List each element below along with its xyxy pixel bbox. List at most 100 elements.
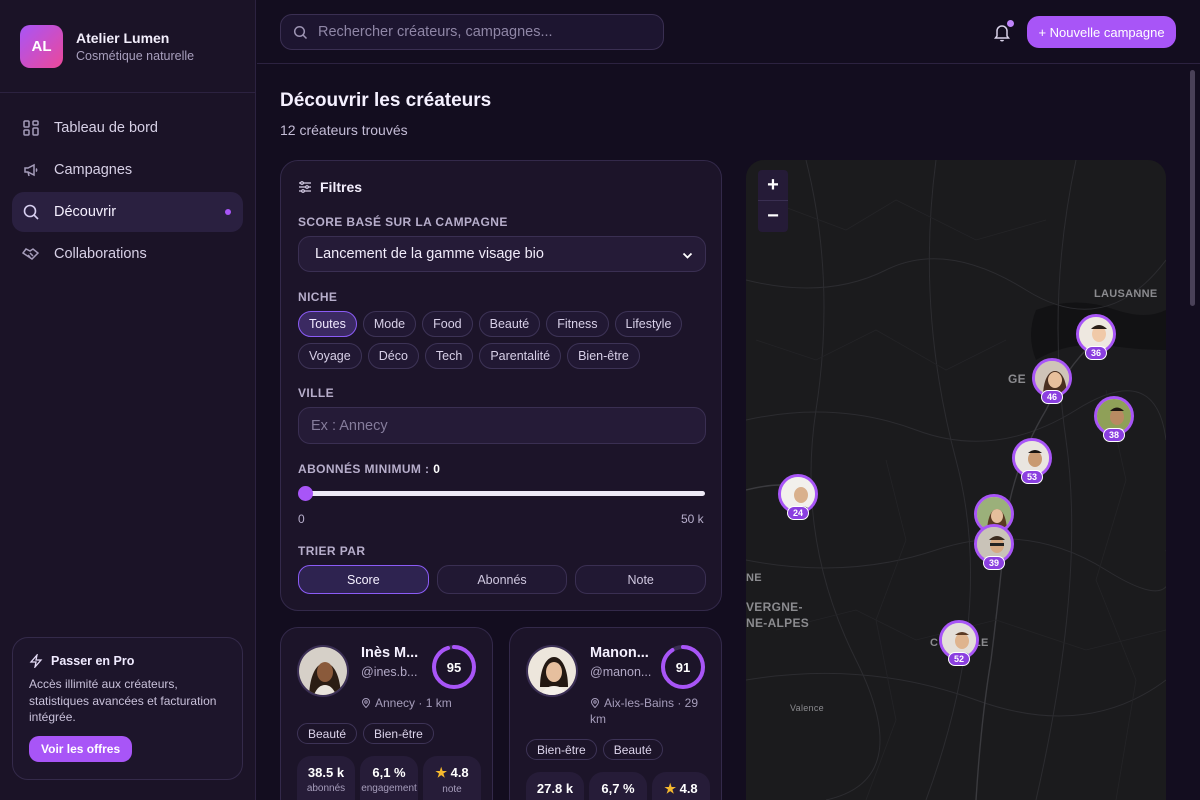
- nav-item-discover[interactable]: Découvrir: [12, 192, 243, 232]
- search-input[interactable]: [318, 24, 638, 40]
- creators-map[interactable]: + − LAUSANNE GE NE VERGNE- NE-ALPES C LE…: [746, 160, 1166, 800]
- nav-item-collaborations[interactable]: Collaborations: [12, 234, 243, 274]
- pin-count: 52: [948, 652, 970, 666]
- sort-by-score[interactable]: Score: [298, 565, 429, 594]
- active-indicator: [225, 209, 231, 215]
- rating-value: ★ 4.8: [423, 765, 481, 781]
- niche-chip[interactable]: Voyage: [298, 343, 362, 369]
- niche-chip[interactable]: Bien-être: [567, 343, 640, 369]
- creator-card[interactable]: Inès M... @ines.b... 95 Annecy · 1 km Be…: [280, 627, 493, 800]
- creator-tag: Beauté: [297, 723, 358, 744]
- map-label: LAUSANNE: [1094, 288, 1158, 300]
- followers-min-label: ABONNÉS MINIMUM : 0: [298, 462, 440, 476]
- creator-map-pin[interactable]: 46: [1032, 358, 1072, 404]
- niche-chip[interactable]: Tech: [424, 343, 474, 369]
- niche-chip[interactable]: Lifestyle: [614, 311, 683, 337]
- global-search[interactable]: [280, 14, 664, 50]
- star-icon: ★: [435, 765, 447, 780]
- creator-location-text: Annecy · 1 km: [375, 696, 452, 710]
- creator-map-pin[interactable]: 24: [778, 474, 818, 520]
- followers-min-value: 0: [433, 462, 441, 476]
- engagement-stat: 6,1 % engagement: [360, 756, 418, 800]
- sort-options: Score Abonnés Note: [298, 565, 707, 594]
- see-offers-button[interactable]: Voir les offres: [29, 735, 133, 762]
- niche-chip[interactable]: Fitness: [546, 311, 609, 337]
- map-label: GE: [1008, 372, 1026, 386]
- creator-tag: Beauté: [602, 739, 663, 760]
- pin-count: 36: [1085, 346, 1107, 360]
- niche-chip[interactable]: Parentalité: [479, 343, 562, 369]
- pro-upgrade-card: Passer en Pro Accès illimité aux créateu…: [12, 637, 243, 780]
- sidebar: AL Atelier Lumen Cosmétique naturelle Ta…: [0, 0, 256, 800]
- zoom-in-button[interactable]: +: [758, 170, 788, 201]
- nav-item-campaigns[interactable]: Campagnes: [12, 150, 243, 190]
- filters-panel: Filtres SCORE BASÉ SUR LA CAMPAGNE Lance…: [280, 160, 722, 611]
- niche-chip[interactable]: Food: [422, 311, 473, 337]
- creator-location-text: Aix-les-Bains · 29 km: [590, 696, 699, 726]
- campaign-score-label: SCORE BASÉ SUR LA CAMPAGNE: [298, 215, 508, 229]
- engagement-label: engagement: [361, 783, 417, 794]
- location-pin-icon: [361, 698, 371, 709]
- niche-chip[interactable]: Déco: [367, 343, 419, 369]
- creator-name: Inès M...: [361, 645, 419, 661]
- creator-map-pin[interactable]: 39: [974, 524, 1014, 570]
- pin-count: 38: [1103, 428, 1125, 442]
- handshake-icon: [22, 248, 40, 260]
- city-label: VILLE: [298, 386, 335, 400]
- results-count: 12 créateurs trouvés: [280, 122, 408, 138]
- rating-number: 4.8: [679, 781, 698, 796]
- map-label: VERGNE-: [746, 600, 803, 614]
- zoom-out-button[interactable]: −: [758, 201, 788, 232]
- lightning-icon: [29, 654, 43, 668]
- creator-card[interactable]: Manon... @manon... 91 Aix-les-Bains · 29…: [509, 627, 722, 800]
- creator-location: Aix-les-Bains · 29 km: [590, 695, 710, 727]
- star-icon: ★: [664, 781, 676, 796]
- engagement-value: 6,7 %: [601, 781, 635, 796]
- creator-map-pin[interactable]: 52: [939, 620, 979, 666]
- sort-by-followers[interactable]: Abonnés: [436, 565, 568, 594]
- campaign-select[interactable]: Lancement de la gamme visage bio: [298, 236, 706, 272]
- brand-subtitle: Cosmétique naturelle: [76, 48, 195, 63]
- niche-chip[interactable]: Toutes: [298, 311, 357, 337]
- nav-label: Découvrir: [54, 204, 117, 220]
- creator-map-pin[interactable]: 36: [1076, 314, 1116, 360]
- map-label: NE: [746, 572, 762, 584]
- followers-slider-track[interactable]: [305, 491, 705, 496]
- pin-count: 46: [1041, 390, 1063, 404]
- brand-name: Atelier Lumen: [76, 29, 170, 46]
- chevron-down-icon: [682, 252, 693, 259]
- city-input[interactable]: [311, 417, 691, 434]
- pro-title: Passer en Pro: [51, 654, 135, 668]
- rating-label: note: [442, 784, 462, 795]
- sort-by-rating[interactable]: Note: [575, 565, 707, 594]
- followers-value: 38.5 k: [307, 765, 345, 780]
- creator-handle: @ines.b...: [361, 665, 418, 679]
- niche-chip[interactable]: Beauté: [478, 311, 541, 337]
- niche-chip[interactable]: Mode: [362, 311, 417, 337]
- rating-stat: ★ 4.8 note: [423, 756, 481, 800]
- rating-number: 4.8: [450, 765, 469, 780]
- followers-stat: 27.8 k: [526, 772, 584, 800]
- topbar: + Nouvelle campagne: [257, 0, 1200, 64]
- page-scrollbar[interactable]: [1190, 70, 1195, 306]
- sliders-icon: [299, 181, 311, 193]
- creator-handle: @manon...: [590, 665, 652, 679]
- pin-count: 39: [983, 556, 1005, 570]
- map-label: NE-ALPES: [746, 616, 810, 630]
- nav-item-dashboard[interactable]: Tableau de bord: [12, 108, 243, 148]
- range-min-label: 0: [298, 512, 305, 526]
- creator-tag: Bien-être: [526, 739, 597, 760]
- followers-slider-thumb[interactable]: [298, 486, 313, 501]
- page-title: Découvrir les créateurs: [280, 90, 492, 111]
- rating-stat: ★ 4.8: [652, 772, 710, 800]
- creator-map-pin[interactable]: 38: [1094, 396, 1134, 442]
- map-zoom-controls: + −: [758, 170, 788, 232]
- followers-value: 27.8 k: [536, 781, 574, 796]
- city-field[interactable]: [298, 407, 706, 444]
- creator-name: Manon...: [590, 645, 649, 661]
- creator-score: 91: [675, 659, 691, 675]
- dashboard-icon: [23, 120, 39, 136]
- new-campaign-button[interactable]: + Nouvelle campagne: [1027, 16, 1176, 48]
- creator-map-pin[interactable]: 53: [1012, 438, 1052, 484]
- niche-chips-row-1: Toutes Mode Food Beauté Fitness Lifestyle: [298, 311, 718, 337]
